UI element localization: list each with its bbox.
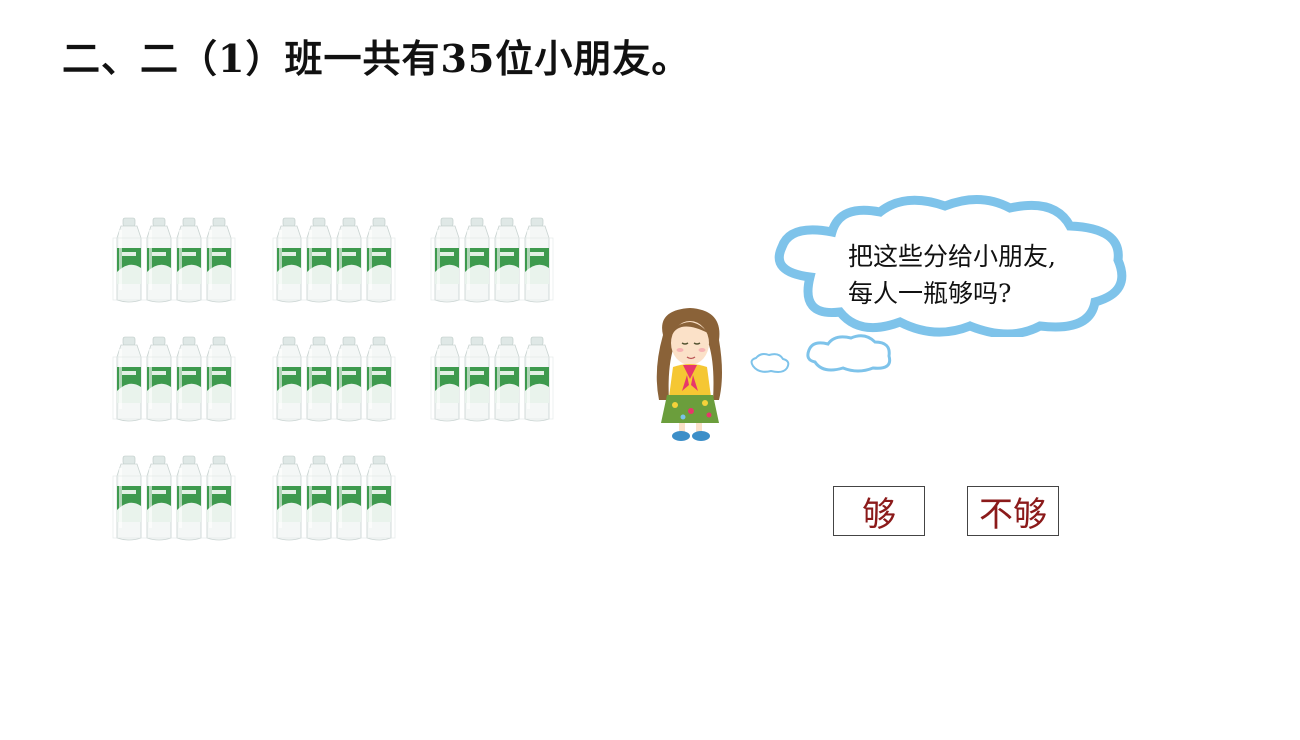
bottle-pack	[272, 455, 396, 541]
thought-cloud-small	[806, 334, 892, 373]
girl-illustration	[656, 308, 722, 441]
thought-cloud-tiny	[750, 353, 790, 373]
bottle-pack	[430, 336, 554, 422]
bottle-pack	[430, 217, 554, 303]
speech-line-2: 每人一瓶够吗?	[848, 279, 1012, 308]
bottle-pack	[272, 217, 396, 303]
speech-line-1: 把这些分给小朋友,	[848, 242, 1056, 271]
question-title: 二、二（1）班一共有35位小朋友。	[62, 36, 691, 81]
bottle-pack	[112, 336, 236, 422]
speech-bubble-text: 把这些分给小朋友, 每人一瓶够吗?	[848, 238, 1118, 312]
answer-not-enough-button[interactable]: 不够	[967, 486, 1059, 536]
bottle-pack	[112, 455, 236, 541]
bottle-pack	[272, 336, 396, 422]
bottle-pack	[112, 217, 236, 303]
answer-enough-button[interactable]: 够	[833, 486, 925, 536]
